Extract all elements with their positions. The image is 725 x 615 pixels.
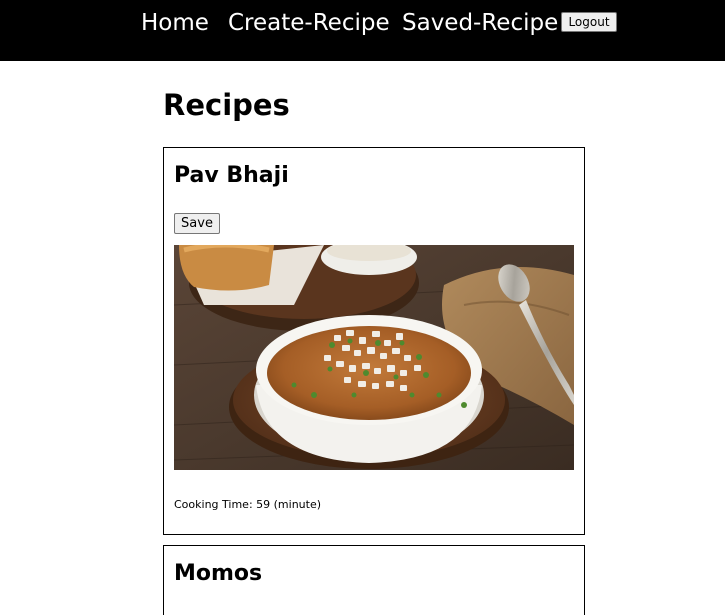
recipe-title: Pav Bhaji xyxy=(174,163,289,188)
recipe-image xyxy=(174,245,574,470)
nav-link-create-recipe[interactable]: Create-Recipe xyxy=(228,9,390,37)
logout-button[interactable]: Logout xyxy=(561,12,617,32)
recipe-card: Pav Bhaji Save Cooking Time: 59 (minute) xyxy=(163,147,585,535)
nav-link-saved-recipe[interactable]: Saved-Recipe xyxy=(402,9,558,37)
page-title: Recipes xyxy=(163,88,290,122)
navbar: Home Create-Recipe Saved-Recipe Logout xyxy=(0,0,725,61)
recipe-title: Momos xyxy=(174,561,263,586)
save-button[interactable]: Save xyxy=(174,213,220,234)
nav-link-home[interactable]: Home xyxy=(141,9,209,37)
recipe-card: Momos xyxy=(163,545,585,615)
cooking-time: Cooking Time: 59 (minute) xyxy=(174,498,322,511)
